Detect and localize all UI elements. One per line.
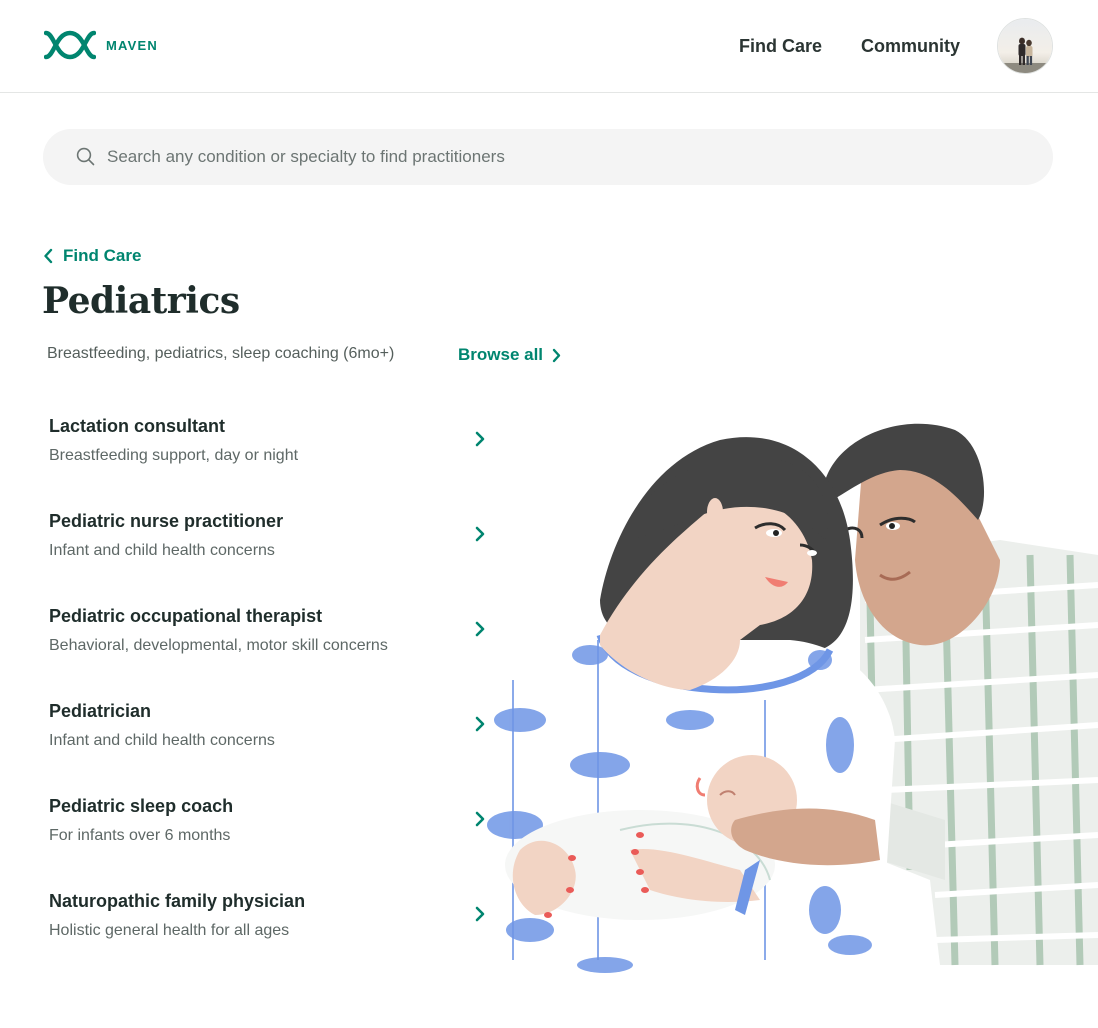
specialty-pediatric-sleep-coach[interactable]: Pediatric sleep coach For infants over 6… <box>49 796 494 866</box>
family-illustration <box>487 423 1098 973</box>
chevron-right-icon <box>475 431 485 447</box>
browse-all-link[interactable]: Browse all <box>458 345 561 365</box>
specialty-title: Naturopathic family physician <box>49 891 306 911</box>
maven-logo[interactable]: MAVEN <box>44 30 158 60</box>
specialty-pediatrician[interactable]: Pediatrician Infant and child health con… <box>49 701 494 771</box>
specialty-description: For infants over 6 months <box>49 827 231 844</box>
page-subtitle: Breastfeeding, pediatrics, sleep coachin… <box>47 345 395 362</box>
chevron-right-icon <box>475 906 485 922</box>
chevron-left-icon <box>44 248 53 264</box>
specialty-title: Pediatric occupational therapist <box>49 606 323 626</box>
chevron-right-icon <box>475 811 485 827</box>
specialty-description: Infant and child health concerns <box>49 542 275 559</box>
nav-find-care[interactable]: Find Care <box>739 36 822 57</box>
search-icon <box>76 147 95 166</box>
specialty-lactation-consultant[interactable]: Lactation consultant Breastfeeding suppo… <box>49 416 494 486</box>
specialty-description: Infant and child health concerns <box>49 732 275 749</box>
back-to-find-care[interactable]: Find Care <box>43 246 141 266</box>
specialty-description: Breastfeeding support, day or night <box>49 447 299 464</box>
specialty-title: Pediatric nurse practitioner <box>49 511 284 531</box>
specialty-title: Pediatrician <box>49 701 152 721</box>
specialty-title: Lactation consultant <box>49 416 226 436</box>
specialty-description: Holistic general health for all ages <box>49 922 290 939</box>
page-title: Pediatrics <box>42 280 240 322</box>
specialty-pediatric-nurse-practitioner[interactable]: Pediatric nurse practitioner Infant and … <box>49 511 494 581</box>
chevron-right-icon <box>475 621 485 637</box>
specialty-pediatric-occupational-therapist[interactable]: Pediatric occupational therapist Behavio… <box>49 606 494 676</box>
back-link-label: Find Care <box>63 246 142 265</box>
specialty-title: Pediatric sleep coach <box>49 796 234 816</box>
user-avatar[interactable] <box>997 18 1053 74</box>
chevron-right-icon <box>552 348 561 362</box>
chevron-right-icon <box>475 526 485 542</box>
nav-community[interactable]: Community <box>861 36 960 57</box>
specialty-description: Behavioral, developmental, motor skill c… <box>49 637 388 654</box>
chevron-right-icon <box>475 716 485 732</box>
search-input[interactable] <box>107 140 1027 174</box>
specialty-naturopathic-family-physician[interactable]: Naturopathic family physician Holistic g… <box>49 891 494 961</box>
logo-wordmark: MAVEN <box>106 37 158 53</box>
top-nav-bar: MAVEN Find Care Community <box>0 0 1098 93</box>
browse-all-label: Browse all <box>458 345 544 364</box>
maven-logo-icon <box>44 30 96 60</box>
